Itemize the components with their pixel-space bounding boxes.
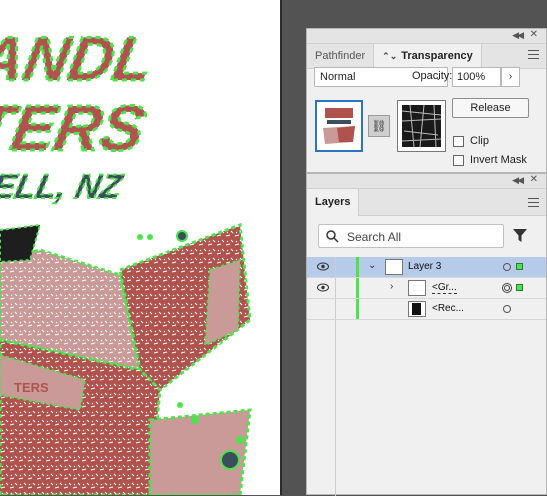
close-panel-icon[interactable]: ✕: [530, 174, 538, 185]
tab-options-icon: ⌃⌄: [382, 51, 398, 61]
group-name[interactable]: <Gr...: [432, 282, 457, 294]
layer-color-indicator: [356, 257, 359, 277]
close-panel-icon[interactable]: ✕: [530, 29, 538, 40]
collapse-panel-icon[interactable]: ◀◀: [512, 175, 524, 186]
release-button-label: Release: [470, 102, 511, 114]
panel-header: ◀◀ ✕: [307, 174, 546, 189]
blend-mode-value: Normal: [320, 71, 356, 83]
layer-row-group[interactable]: › <Gr...: [307, 278, 546, 298]
invert-mask-checkbox[interactable]: [453, 154, 464, 166]
title-line-1: ANDL: [0, 24, 158, 93]
opacity-mask-thumbnail[interactable]: [397, 100, 446, 152]
layers-search-input[interactable]: Search All: [318, 224, 504, 248]
search-placeholder: Search All: [347, 230, 402, 244]
artboard-edge: [280, 0, 282, 495]
tab-layers[interactable]: Layers: [307, 189, 360, 216]
rectangle-name[interactable]: <Rec...: [432, 303, 464, 314]
target-circle-icon[interactable]: [503, 263, 511, 271]
layer-color-indicator: [356, 299, 359, 319]
title-line-2: TERS: [0, 92, 150, 163]
artwork-illustration[interactable]: ANDL TERS VELL, NZ TERS: [0, 0, 280, 495]
selection-indicator[interactable]: [516, 284, 523, 291]
visibility-eye-icon[interactable]: [317, 262, 329, 271]
opacity-label: Opacity:: [412, 70, 453, 82]
tab-transparency-label: Transparency: [401, 50, 473, 62]
tab-transparency[interactable]: ⌃⌄ Transparency: [373, 44, 482, 69]
visibility-eye-icon[interactable]: [317, 283, 329, 292]
target-circle-icon[interactable]: [503, 305, 511, 313]
chevron-down-icon[interactable]: ⌄: [368, 260, 376, 271]
invert-mask-label: Invert Mask: [470, 154, 527, 166]
group-thumbnail: [408, 280, 426, 296]
release-button[interactable]: Release: [452, 98, 529, 118]
chevron-right-icon: ›: [508, 71, 513, 82]
artwork-thumbnail-image: [323, 108, 355, 144]
opacity-dropdown-button[interactable]: ›: [501, 67, 520, 87]
link-mask-icon[interactable]: ⛓: [368, 115, 390, 137]
mask-thumbnail-image: [401, 104, 442, 148]
panel-header: ◀◀ ✕: [307, 29, 546, 44]
car-side-text: TERS: [14, 380, 49, 395]
tab-pathfinder-label: Pathfinder: [315, 50, 366, 62]
target-appearance-icon[interactable]: [502, 283, 512, 293]
artwork-thumbnail[interactable]: [315, 100, 363, 152]
artboard[interactable]: ANDL TERS VELL, NZ TERS: [0, 0, 280, 495]
title-line-3: VELL, NZ: [0, 168, 127, 206]
layer-name[interactable]: Layer 3: [408, 261, 441, 272]
document-canvas[interactable]: ANDL TERS VELL, NZ TERS: [0, 0, 300, 495]
clip-checkbox-row[interactable]: Clip: [453, 134, 489, 148]
title-lettering: ANDL TERS VELL, NZ: [0, 23, 159, 207]
race-car-graphic: TERS: [0, 222, 252, 495]
invert-mask-checkbox-row[interactable]: Invert Mask: [453, 153, 527, 167]
panel-menu-icon[interactable]: [528, 50, 539, 62]
layer-row-layer-3[interactable]: ⌄ Layer 3: [307, 257, 546, 277]
layers-panel: ◀◀ ✕ Layers Search All ⌄ Layer 3 › <Gr..…: [306, 173, 547, 496]
layer-row-rectangle[interactable]: <Rec...: [307, 299, 546, 319]
panel-tabbar: Layers: [307, 189, 546, 216]
panel-tabbar: Pathfinder ⌃⌄ Transparency: [307, 44, 546, 69]
clip-label: Clip: [470, 135, 489, 147]
search-icon: [326, 230, 339, 243]
tab-pathfinder[interactable]: Pathfinder: [307, 44, 373, 68]
layer-thumbnail: [385, 259, 403, 275]
filter-icon[interactable]: [513, 229, 527, 243]
clip-checkbox[interactable]: [453, 135, 464, 147]
selection-indicator[interactable]: [516, 263, 523, 270]
panel-menu-icon[interactable]: [528, 198, 539, 210]
rectangle-thumbnail: [408, 301, 426, 317]
tab-layers-label: Layers: [315, 196, 351, 208]
collapse-panel-icon[interactable]: ◀◀: [512, 30, 524, 41]
opacity-input[interactable]: 100%: [452, 67, 501, 87]
layer-color-indicator: [356, 278, 359, 298]
opacity-value: 100%: [457, 71, 486, 83]
chevron-right-icon[interactable]: ›: [390, 281, 393, 292]
transparency-panel: ◀◀ ✕ Pathfinder ⌃⌄ Transparency Normal ⌄ …: [306, 28, 547, 173]
